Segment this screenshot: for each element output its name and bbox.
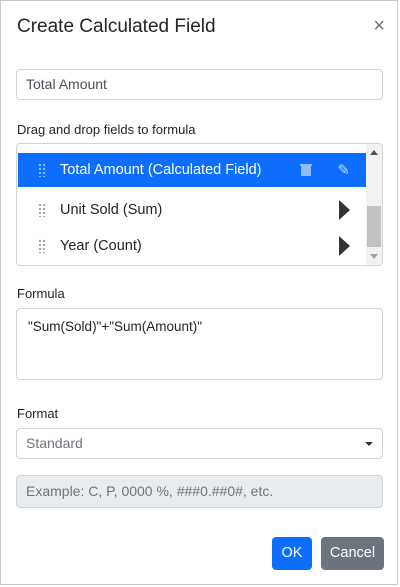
- cancel-button[interactable]: Cancel: [321, 537, 384, 570]
- chevron-down-icon: [365, 442, 373, 446]
- trash-icon[interactable]: [300, 164, 313, 176]
- pencil-icon[interactable]: ✎: [337, 161, 350, 179]
- fields-label: Drag and drop fields to formula: [17, 122, 196, 137]
- drag-handle-icon[interactable]: [38, 239, 46, 253]
- format-select-value: Standard: [26, 435, 83, 451]
- formula-label: Formula: [17, 286, 65, 301]
- scroll-down-icon[interactable]: [370, 254, 378, 259]
- field-item-year[interactable]: Year (Count): [18, 229, 366, 263]
- calculated-field-dialog: Create Calculated Field × Total Amount D…: [0, 0, 398, 585]
- expand-arrow-icon[interactable]: [339, 200, 350, 220]
- field-name-input[interactable]: Total Amount: [16, 69, 383, 100]
- field-list[interactable]: Total Amount (Calculated Field) ✎ Unit S…: [16, 143, 383, 266]
- scroll-up-icon[interactable]: [370, 150, 378, 155]
- scrollbar[interactable]: [366, 144, 382, 265]
- drag-handle-icon[interactable]: [38, 163, 46, 177]
- custom-format-input: Example: C, P, 0000 %, ###0.##0#, etc.: [16, 475, 383, 508]
- field-item-label: Year (Count): [60, 238, 142, 254]
- dialog-title: Create Calculated Field: [17, 16, 216, 37]
- field-item-label: Total Amount (Calculated Field): [60, 162, 262, 178]
- field-item-label: Unit Sold (Sum): [60, 202, 163, 218]
- field-item-total-amount[interactable]: Total Amount (Calculated Field) ✎: [18, 153, 366, 187]
- scroll-thumb[interactable]: [367, 206, 381, 247]
- formula-textarea[interactable]: "Sum(Sold)"+"Sum(Amount)": [16, 308, 383, 380]
- format-select[interactable]: Standard: [16, 428, 383, 459]
- close-icon[interactable]: ×: [373, 15, 385, 37]
- ok-button[interactable]: OK: [272, 537, 312, 570]
- field-item-unit-sold[interactable]: Unit Sold (Sum): [18, 193, 366, 227]
- expand-arrow-icon[interactable]: [339, 236, 350, 256]
- format-label: Format: [17, 406, 59, 421]
- drag-handle-icon[interactable]: [38, 203, 46, 217]
